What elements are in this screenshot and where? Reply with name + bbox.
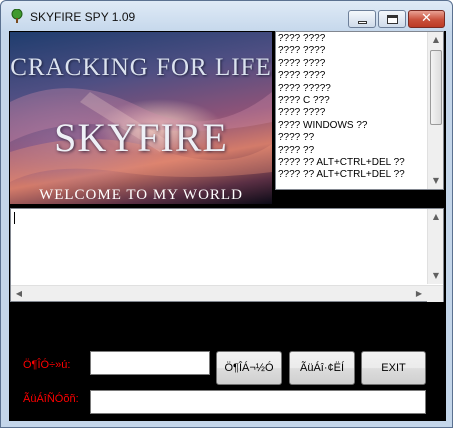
log-list-item[interactable]: ???? ????	[278, 70, 427, 82]
output-textarea[interactable]: ▲ ▼ ◀ ▶	[10, 208, 444, 302]
log-list-item[interactable]: ???? ????	[278, 33, 427, 45]
log-listbox[interactable]: ???? ???????? ???????? ???????? ????????…	[275, 31, 444, 190]
text-caret	[14, 212, 15, 224]
minimize-icon	[358, 21, 367, 24]
log-list-item[interactable]: ???? ?????	[278, 83, 427, 95]
log-list-item[interactable]: ???? C ???	[278, 95, 427, 107]
command-input[interactable]	[90, 390, 426, 414]
scroll-down-arrow-icon[interactable]: ▼	[428, 268, 444, 284]
tree-icon	[11, 9, 23, 23]
log-list-item[interactable]: ???? WINDOWS ??	[278, 120, 427, 132]
log-list-item[interactable]: ???? ??	[278, 145, 427, 157]
host-input[interactable]	[90, 351, 210, 375]
log-list-item[interactable]: ???? ??	[278, 132, 427, 144]
scroll-left-arrow-icon[interactable]: ◀	[11, 286, 27, 302]
textarea-horizontal-scrollbar[interactable]: ◀ ▶	[11, 285, 443, 302]
banner-title-line: CRACKING FOR LIFE	[10, 54, 272, 81]
log-list-item[interactable]: ???? ????	[278, 58, 427, 70]
exit-button[interactable]: EXIT	[361, 351, 426, 385]
scroll-up-arrow-icon[interactable]: ▲	[428, 209, 444, 225]
app-window: SKYFIRE SPY 1.09 ✕ CRACKING FOR LIFE SKY…	[0, 0, 453, 428]
command-label: ÃüÁîÑÓõñ:	[23, 393, 79, 405]
connect-button[interactable]: Ö¶ÎÁ¬½Ó	[216, 351, 282, 385]
title-bar[interactable]: SKYFIRE SPY 1.09 ✕	[1, 1, 452, 31]
window-title: SKYFIRE SPY 1.09	[30, 10, 136, 24]
banner-welcome-text: WELCOME TO MY WORLD	[39, 187, 243, 203]
close-icon: ✕	[421, 11, 432, 26]
scroll-thumb[interactable]	[430, 50, 442, 125]
banner-brand-text: SKYFIRE	[54, 115, 228, 160]
scroll-up-arrow-icon[interactable]: ▲	[428, 32, 444, 48]
host-label: Ö¶ÎÓ÷»ú:	[23, 359, 71, 371]
log-list: ???? ???????? ???????? ???????? ????????…	[278, 33, 427, 182]
client-area: CRACKING FOR LIFE SKYFIRE WELCOME TO MY …	[9, 31, 446, 421]
send-command-button[interactable]: ÃüÁî·¢ËÍ	[289, 351, 355, 385]
log-list-item[interactable]: ???? ?? ALT+CTRL+DEL ??	[278, 169, 427, 181]
maximize-icon	[387, 15, 398, 24]
log-list-item[interactable]: ???? ?? ALT+CTRL+DEL ??	[278, 157, 427, 169]
scrollbar-corner	[427, 286, 443, 302]
log-list-item[interactable]: ???? ????	[278, 107, 427, 119]
close-button[interactable]: ✕	[408, 10, 445, 28]
scroll-right-arrow-icon[interactable]: ▶	[411, 286, 427, 302]
minimize-button[interactable]	[348, 10, 376, 28]
banner-image: CRACKING FOR LIFE SKYFIRE WELCOME TO MY …	[10, 32, 272, 204]
scroll-down-arrow-icon[interactable]: ▼	[428, 173, 444, 189]
log-list-item[interactable]: ???? ????	[278, 45, 427, 57]
textarea-vertical-scrollbar[interactable]: ▲ ▼	[427, 209, 443, 284]
maximize-button[interactable]	[378, 10, 406, 28]
log-scrollbar[interactable]: ▲ ▼	[427, 32, 443, 189]
